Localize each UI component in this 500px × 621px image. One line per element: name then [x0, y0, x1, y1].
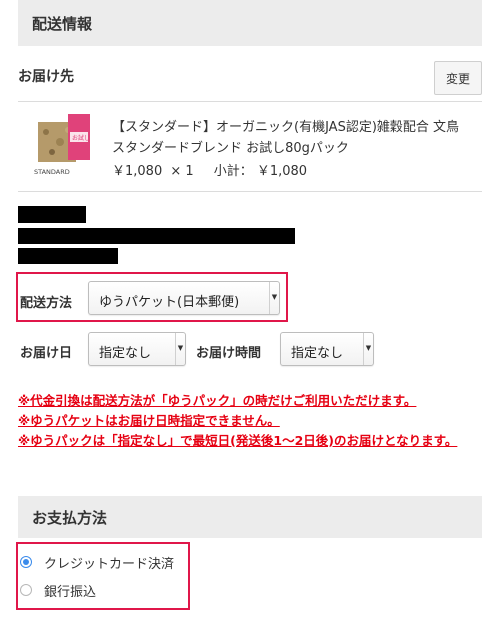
delivery-time-label: お届け時間: [196, 346, 262, 361]
delivery-date-label: お届け日: [20, 346, 73, 361]
dropdown-arrow-icon: ▼: [363, 333, 373, 365]
product-price-line: ￥1,080 × 1 小計： ￥1,080: [112, 160, 311, 179]
subtotal-value: ￥1,080: [256, 164, 308, 179]
shipping-notices: ※代金引換は配送方法が「ゆうパック」の時だけご利用いただけます。 ※ゆうパケット…: [18, 391, 482, 451]
payment-option-label: 銀行振込: [44, 584, 97, 600]
delivery-time-value: 指定なし: [291, 346, 344, 361]
subtotal-label: 小計：: [213, 164, 253, 179]
payment-option-label: クレジットカード決済: [44, 556, 175, 572]
quantity: × 1: [170, 164, 194, 179]
change-recipient-button[interactable]: 変更: [434, 61, 482, 95]
delivery-date-select[interactable]: 指定なし ▼: [88, 332, 186, 366]
redacted-name: [18, 206, 86, 223]
divider: [18, 101, 482, 102]
notice-cod: ※代金引換は配送方法が「ゆうパック」の時だけご利用いただけます。: [18, 393, 417, 408]
payment-method-header: お支払方法: [18, 496, 482, 538]
dropdown-arrow-icon: ▼: [175, 333, 185, 365]
product-name: 【スタンダード】オーガニック(有機JAS認定)雑穀配合 文鳥スタンダードブレンド…: [112, 120, 460, 156]
shipping-info-header: 配送情報: [18, 0, 482, 46]
divider: [18, 191, 482, 192]
notice-yu-packet: ※ゆうパケットはお届け日時指定できません。: [18, 413, 280, 428]
product-image-tag: お試し: [72, 134, 90, 142]
redacted-phone: [18, 248, 118, 264]
shipping-method-select[interactable]: ゆうパケット(日本郵便) ▼: [88, 281, 280, 315]
radio-checked-icon[interactable]: [20, 556, 32, 568]
notice-yu-pack: ※ゆうパックは「指定なし」で最短日(発送後1〜2日後)のお届けとなります。: [18, 433, 458, 448]
shipping-method-label: 配送方法: [20, 296, 73, 311]
dropdown-arrow-icon: ▼: [269, 282, 279, 314]
shipping-method-value: ゆうパケット(日本郵便): [99, 295, 240, 310]
delivery-time-select[interactable]: 指定なし ▼: [280, 332, 374, 366]
radio-unchecked-icon[interactable]: [20, 584, 32, 596]
recipient-title: お届け先: [18, 69, 74, 85]
redacted-address: [18, 228, 295, 244]
product-thumbnail: お試し STANDARD: [34, 114, 90, 176]
delivery-date-value: 指定なし: [99, 346, 152, 361]
payment-option-bank-transfer[interactable]: 銀行振込: [20, 580, 96, 600]
product-brand-mark: STANDARD: [34, 168, 70, 176]
unit-price: ￥1,080: [112, 164, 163, 179]
payment-option-credit-card[interactable]: クレジットカード決済: [20, 552, 174, 572]
